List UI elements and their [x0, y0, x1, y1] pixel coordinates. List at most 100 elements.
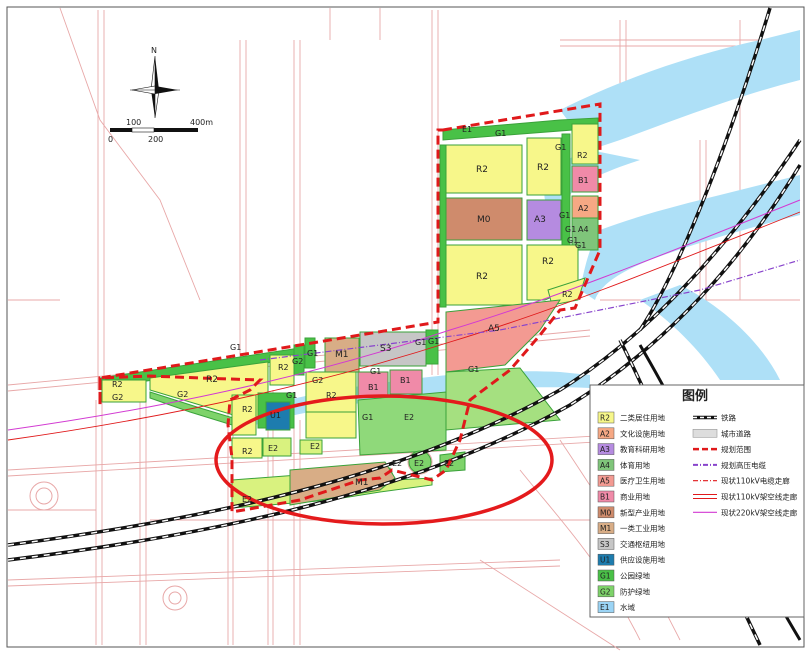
legend-code: M0 — [600, 508, 611, 517]
plot-label: R2 — [542, 257, 554, 267]
legend-label: 供应设施用地 — [620, 555, 665, 565]
legend-label: 现状110kV电缆走廊 — [721, 476, 790, 486]
plot-label: R2 — [278, 363, 289, 372]
plot-label: E2 — [392, 459, 402, 468]
plot-label: R2 — [206, 375, 218, 385]
legend-item: M1 一类工业用地 — [597, 522, 665, 534]
legend-line — [692, 428, 718, 438]
plot-label: G1 — [362, 413, 373, 422]
plot-label: G2 — [292, 357, 303, 366]
plot-label: G1 — [555, 143, 566, 152]
legend-label: 医疗卫生用地 — [620, 476, 665, 486]
plot-label: S3 — [380, 344, 391, 354]
plot-label: B1 — [368, 383, 379, 392]
land-use-map: E1 G1 R2 R2 R2 B1 G1 G1 M0 A3 A2 A4 G1 R… — [6, 6, 805, 651]
plot-label: G2 — [112, 393, 123, 402]
plot-label: G1 — [307, 349, 318, 358]
plot-label: A2 — [578, 204, 589, 213]
legend-code: A5 — [600, 477, 610, 486]
plot-label: E2 — [310, 442, 320, 451]
plot-label: B1 — [578, 176, 589, 185]
plot-label: R2 — [112, 380, 123, 389]
plot-label: G1 — [468, 365, 479, 374]
plot-label: E2 — [268, 444, 278, 453]
plot-label: E1 — [462, 125, 472, 134]
legend-item: B1 商业用地 — [597, 490, 650, 503]
legend-code: G2 — [600, 587, 611, 596]
legend-label: 城市道路 — [721, 428, 751, 438]
legend-label: 防护绿地 — [620, 586, 650, 596]
plot-label: U1 — [270, 411, 281, 420]
legend-label: 体育用地 — [620, 460, 650, 470]
legend-label: 现状220kV架空线走廊 — [721, 507, 798, 517]
scale-label: 0 — [108, 135, 113, 144]
legend-code: A3 — [600, 445, 610, 454]
plot-label: R2 — [476, 272, 488, 282]
legend-item: S3 交通枢纽用地 — [597, 538, 665, 550]
plot-label: A4 — [578, 225, 589, 234]
legend-code: B1 — [600, 493, 610, 502]
plot-label: R2 — [476, 165, 488, 175]
legend-item: G1 公园绿地 — [597, 569, 650, 582]
legend-item: G2 防护绿地 — [597, 585, 650, 598]
plot-label: G1 — [575, 241, 586, 250]
legend-code: M1 — [600, 524, 611, 533]
plot-label: E2 — [414, 459, 424, 468]
plot-label: A3 — [534, 215, 546, 225]
plot-label: M1 — [335, 350, 349, 360]
plot-label: G1 — [415, 338, 426, 347]
legend: 图例 R2 二类居住用地 A2 文化设施用地 A3 教育科研用地 A4 体育用地 A5 医疗卫生用… — [589, 384, 805, 618]
legend-label: 文化设施用地 — [620, 428, 665, 438]
legend-item: A2 文化设施用地 — [597, 427, 665, 440]
plot-label: R2 — [537, 163, 549, 173]
legend-code: A4 — [600, 461, 610, 470]
plot-label: G1 — [428, 337, 439, 346]
legend-code: A2 — [600, 429, 610, 438]
plot-label: B1 — [400, 376, 411, 385]
plot-label: G2 — [312, 376, 323, 385]
legend-item: A3 教育科研用地 — [597, 443, 665, 455]
plot-label: G1 — [230, 343, 241, 352]
plot-label: R2 — [326, 391, 337, 400]
legend-label: 铁路 — [721, 413, 736, 423]
legend-code: S3 — [600, 540, 610, 549]
north-label: N — [151, 46, 157, 55]
legend-label: 现状110kV架空线走廊 — [721, 492, 798, 502]
legend-item: A5 医疗卫生用地 — [597, 474, 665, 487]
legend-title: 图例 — [682, 388, 708, 404]
legend-code: R2 — [600, 414, 610, 423]
legend-label: 二类居住用地 — [620, 413, 665, 423]
legend-label: 商业用地 — [620, 492, 650, 502]
legend-code: E1 — [600, 603, 610, 612]
plot-label: G1 — [559, 211, 570, 220]
legend-label: 规划范围 — [721, 444, 751, 454]
legend-label: 教育科研用地 — [620, 444, 665, 454]
plot-label: G2 — [177, 390, 188, 399]
plot-label: R2 — [242, 405, 253, 414]
legend-item: 城市道路 — [692, 428, 751, 438]
legend-item: A4 体育用地 — [597, 459, 650, 471]
plot-label: M1 — [355, 478, 369, 488]
plot-label: E2 — [444, 459, 454, 468]
legend-item: U1 供应设施用地 — [597, 553, 665, 566]
plot-label: E2 — [404, 413, 414, 422]
plot-label: R2 — [242, 447, 253, 456]
scale-label: 200 — [148, 135, 163, 144]
legend-item: R2 二类居住用地 — [597, 411, 665, 424]
legend-code: G1 — [600, 572, 611, 581]
plot-label: G1 — [495, 129, 506, 138]
plot-label: R2 — [577, 151, 588, 160]
plot-label: E2 — [242, 495, 252, 504]
legend-item: M0 新型产业用地 — [597, 506, 665, 519]
legend-label: 交通枢纽用地 — [620, 539, 665, 549]
legend-label: 公园绿地 — [620, 571, 650, 581]
plot-label: R2 — [562, 290, 573, 299]
legend-code: U1 — [600, 556, 610, 565]
legend-label: 水域 — [620, 602, 635, 612]
plot-label: G1 — [286, 391, 297, 400]
legend-label: 新型产业用地 — [620, 507, 665, 517]
plot-label: M0 — [477, 215, 491, 225]
plot-label: G1 — [370, 367, 381, 376]
legend-label: 一类工业用地 — [620, 523, 665, 533]
plot-label: A5 — [488, 324, 500, 334]
